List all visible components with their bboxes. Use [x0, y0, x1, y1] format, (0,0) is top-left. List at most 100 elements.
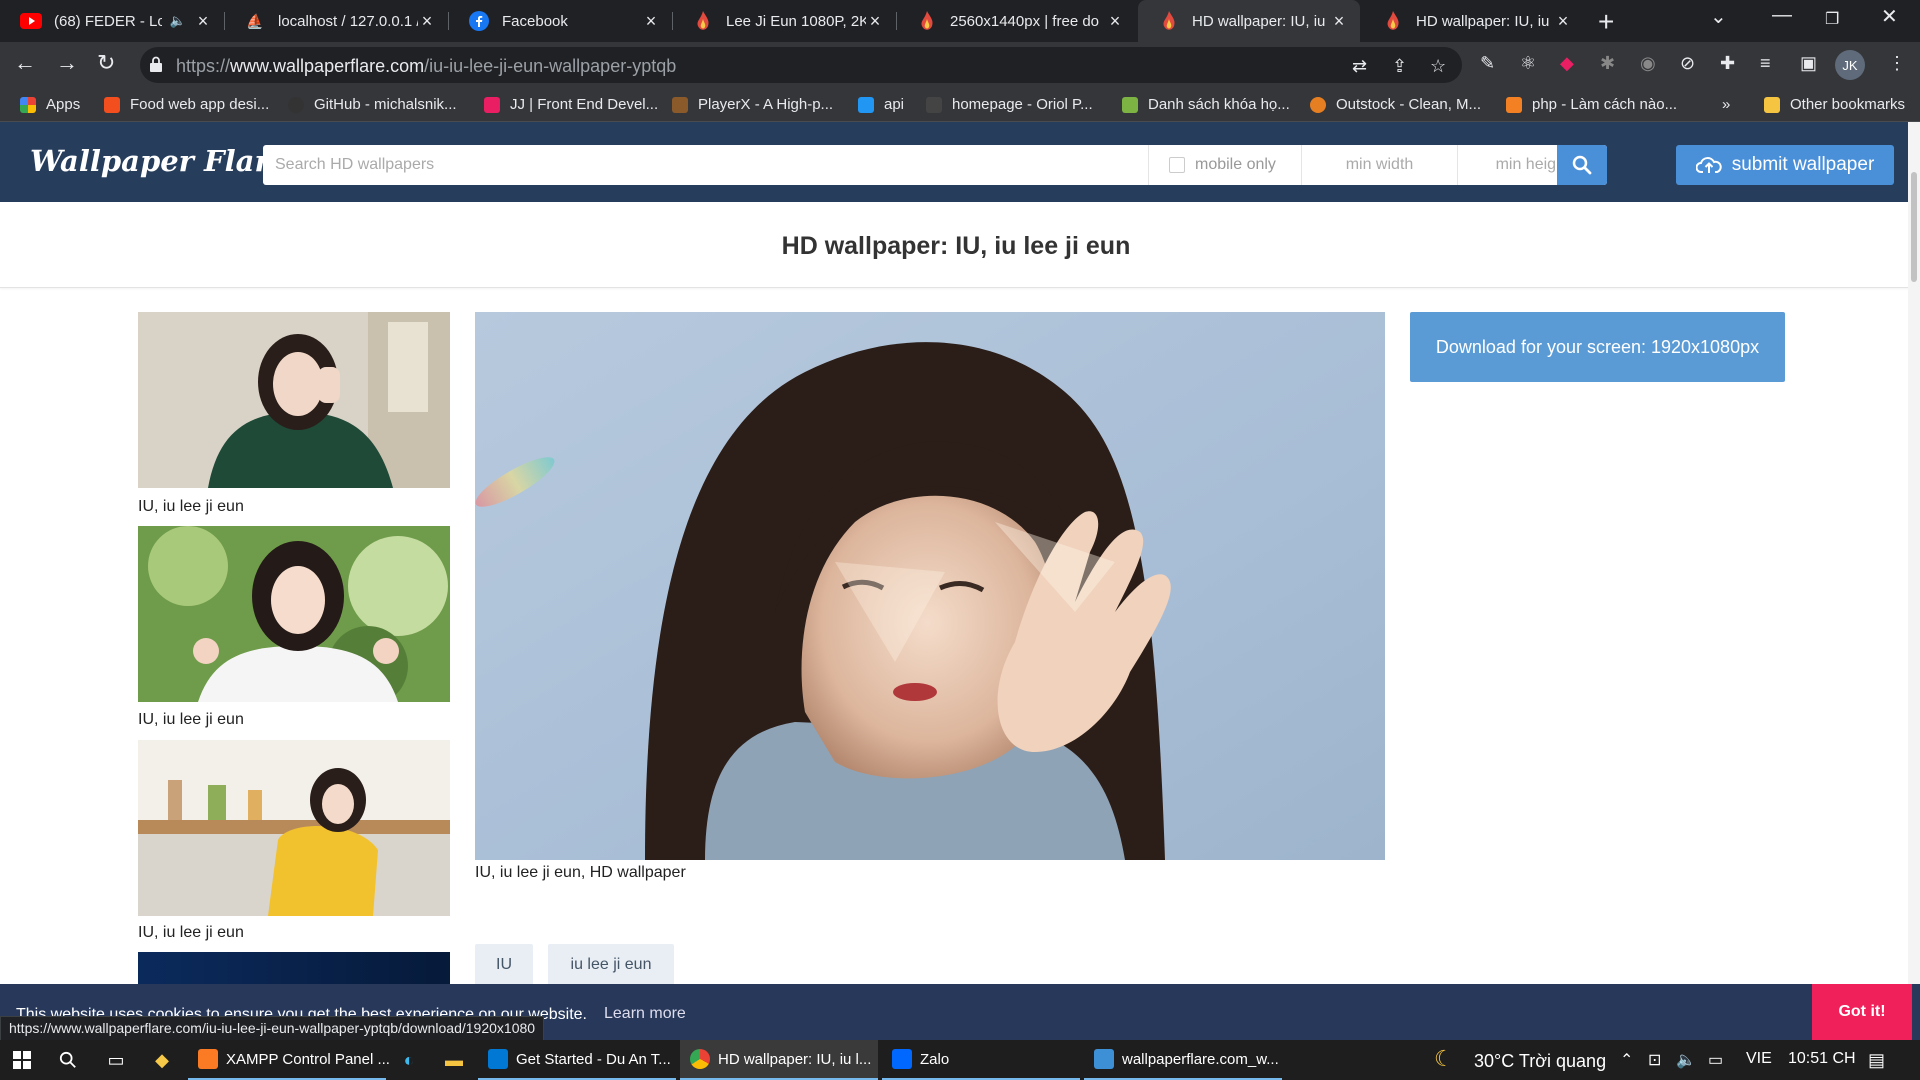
tray-network-icon[interactable]: ⊡ — [1648, 1050, 1661, 1070]
minimize-button[interactable]: — — [1772, 4, 1792, 27]
tab-facebook[interactable]: Facebook × — [448, 0, 673, 42]
search-button[interactable] — [1557, 145, 1607, 185]
tab-lee-ji-eun[interactable]: Lee Ji Eun 1080P, 2K, × — [672, 0, 897, 42]
tray-chevron-icon[interactable]: ⌃ — [1620, 1050, 1633, 1070]
bookmark-github[interactable]: GitHub - michalsnik... — [288, 96, 457, 113]
taskbar-app-xampp[interactable]: XAMPP Control Panel ... — [188, 1040, 390, 1080]
share-icon[interactable]: ⇪ — [1392, 56, 1407, 77]
battery-icon[interactable]: ▭ — [1708, 1050, 1723, 1070]
clock[interactable]: 10:51 CH — [1788, 1050, 1856, 1068]
site-logo[interactable]: Wallpaper Flare — [30, 144, 288, 178]
edge-icon[interactable]: ◐ — [397, 1048, 421, 1072]
language-indicator[interactable]: VIE — [1746, 1050, 1772, 1068]
submit-wallpaper-button[interactable]: submit wallpaper — [1676, 145, 1894, 185]
back-button[interactable]: ← — [14, 50, 36, 76]
taskbar-app-vscode[interactable]: Get Started - Du An T... — [478, 1040, 676, 1080]
pen-extension-icon[interactable]: ✎ — [1480, 53, 1495, 74]
related-thumbnail[interactable] — [138, 526, 450, 702]
restore-button[interactable]: ❐ — [1825, 9, 1839, 29]
bookmark-apps[interactable]: Apps — [20, 96, 80, 113]
notifications-icon[interactable]: ▤ — [1868, 1050, 1885, 1071]
scrollbar-thumb[interactable] — [1911, 172, 1917, 282]
forward-button[interactable]: → — [56, 50, 78, 76]
min-width-input[interactable] — [1301, 145, 1457, 185]
bookmark-jj[interactable]: JJ | Front End Devel... — [484, 96, 658, 113]
puzzle-icon[interactable]: ✚ — [1720, 53, 1735, 74]
related-caption[interactable]: IU, iu lee ji eun — [138, 711, 244, 729]
related-thumbnail[interactable] — [138, 312, 450, 488]
media-control-icon[interactable]: ≡ — [1760, 53, 1771, 74]
related-thumbnail[interactable] — [138, 952, 450, 984]
compass-extension-icon[interactable]: ⊘ — [1680, 53, 1695, 74]
weather-text[interactable]: 30°C Trời quang — [1474, 1051, 1606, 1072]
bug-extension-icon[interactable]: ✱ — [1600, 53, 1615, 74]
related-thumbnail[interactable] — [138, 740, 450, 916]
windows-start-icon[interactable] — [10, 1048, 34, 1072]
close-tab-icon[interactable]: × — [194, 11, 212, 32]
windows-taskbar: ▭ ◆ XAMPP Control Panel ... ◐ ▬ Get Star… — [0, 1040, 1920, 1080]
zalo-icon — [892, 1049, 912, 1069]
new-tab-button[interactable]: + — [1598, 6, 1614, 38]
close-tab-icon[interactable]: × — [1554, 11, 1572, 32]
sourcetree-icon[interactable]: ◆ — [150, 1048, 174, 1072]
tag-iu-lee-ji-eun[interactable]: iu lee ji eun — [548, 944, 674, 986]
menu-kebab-icon[interactable]: ⋮ — [1888, 53, 1906, 74]
lock-icon[interactable] — [150, 56, 162, 72]
tab-hd-wallpaper-active[interactable]: HD wallpaper: IU, iu le × — [1138, 0, 1360, 42]
bookmark-star-icon[interactable]: ☆ — [1430, 56, 1446, 77]
close-tab-icon[interactable]: × — [1330, 11, 1348, 32]
got-it-button[interactable]: Got it! — [1812, 984, 1912, 1040]
bookmarks-overflow-button[interactable]: » — [1722, 96, 1730, 113]
bookmark-danh-sach[interactable]: Danh sách khóa họ... — [1122, 96, 1290, 113]
tab-hd-wallpaper[interactable]: HD wallpaper: IU, iu le × — [1362, 0, 1584, 42]
homepage-icon — [926, 96, 942, 113]
reload-button[interactable]: ↻ — [97, 50, 115, 76]
taskbar-app-zalo[interactable]: Zalo — [882, 1040, 1080, 1080]
mobile-only-toggle[interactable]: mobile only — [1148, 145, 1301, 185]
checkbox-icon[interactable] — [1169, 157, 1185, 173]
react-devtools-icon[interactable]: ⚛ — [1520, 53, 1536, 74]
terminal-icon[interactable]: ▭ — [104, 1048, 128, 1072]
translate-icon[interactable]: ⇄ — [1352, 56, 1367, 77]
bookmark-playerx[interactable]: PlayerX - A High-p... — [672, 96, 833, 113]
close-tab-icon[interactable]: × — [866, 11, 884, 32]
tab-2560x1440[interactable]: 2560x1440px | free do × — [896, 0, 1136, 42]
address-bar[interactable]: https://www.wallpaperflare.com/iu-iu-lee… — [140, 47, 1462, 83]
submit-wallpaper-label: submit wallpaper — [1731, 154, 1875, 175]
speaker-icon[interactable]: 🔈 — [170, 13, 186, 29]
learn-more-link[interactable]: Learn more — [604, 1005, 686, 1023]
related-caption[interactable]: IU, iu lee ji eun — [138, 498, 244, 516]
search-input[interactable] — [263, 145, 1148, 185]
other-bookmarks[interactable]: Other bookmarks — [1764, 96, 1905, 113]
url-text[interactable]: https://www.wallpaperflare.com/iu-iu-lee… — [176, 56, 676, 77]
bookmark-homepage[interactable]: homepage - Oriol P... — [926, 96, 1093, 113]
search-icon[interactable] — [56, 1048, 80, 1072]
side-panel-icon[interactable]: ▣ — [1800, 53, 1817, 74]
related-caption[interactable]: IU, iu lee ji eun — [138, 924, 244, 942]
close-tab-icon[interactable]: × — [642, 11, 660, 32]
file-explorer-icon[interactable]: ▬ — [442, 1048, 466, 1072]
weather-moon-icon[interactable]: ☾ — [1434, 1046, 1454, 1072]
bookmark-api[interactable]: api — [858, 96, 904, 113]
bookmark-outstock[interactable]: Outstock - Clean, M... — [1310, 96, 1481, 113]
tab-localhost[interactable]: ⛵ localhost / 127.0.0.1 / × — [224, 0, 449, 42]
main-wallpaper-image[interactable] — [475, 312, 1385, 860]
tab-youtube[interactable]: (68) FEDER - Lord 🔈 × — [0, 0, 225, 42]
close-tab-icon[interactable]: × — [1106, 11, 1124, 32]
browser-tab-strip: (68) FEDER - Lord 🔈 × ⛵ localhost / 127.… — [0, 0, 1920, 42]
download-button[interactable]: Download for your screen: 1920x1080px — [1410, 312, 1785, 382]
taskbar-app-image-viewer[interactable]: wallpaperflare.com_w... — [1084, 1040, 1282, 1080]
profile-avatar[interactable]: JK — [1835, 50, 1865, 80]
related-image — [138, 312, 450, 488]
tag-iu[interactable]: IU — [475, 944, 533, 986]
bookmark-figma[interactable]: Food web app desi... — [104, 96, 269, 113]
tab-search-icon[interactable]: ⌄ — [1710, 4, 1727, 29]
page-scrollbar[interactable] — [1908, 122, 1920, 984]
taskbar-app-chrome[interactable]: HD wallpaper: IU, iu l... — [680, 1040, 878, 1080]
bookmark-php[interactable]: php - Làm cách nào... — [1506, 96, 1677, 113]
volume-icon[interactable]: 🔈 — [1676, 1050, 1696, 1070]
color-picker-icon[interactable]: ◆ — [1560, 53, 1574, 74]
close-window-button[interactable]: ✕ — [1881, 4, 1898, 29]
redux-extension-icon[interactable]: ◉ — [1640, 53, 1656, 74]
close-tab-icon[interactable]: × — [418, 11, 436, 32]
